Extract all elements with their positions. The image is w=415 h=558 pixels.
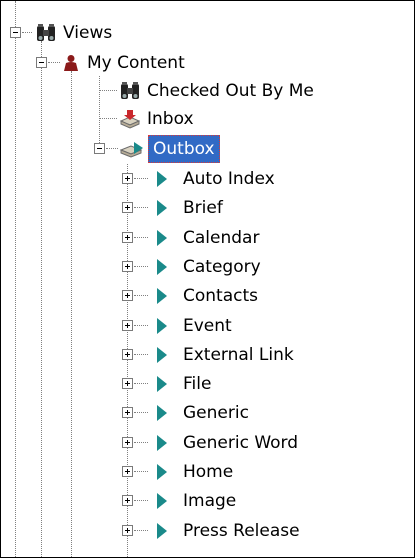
collapse-toggle[interactable] — [94, 143, 105, 154]
arrow-right-icon — [157, 376, 167, 392]
tree-branch-line — [134, 471, 148, 472]
tree-branch-line — [134, 295, 148, 296]
tree-node-my-content[interactable]: My Content — [1, 48, 414, 78]
tree-node-item[interactable]: Generic — [1, 398, 414, 428]
arrow-right-icon — [157, 288, 167, 304]
arrow-right-icon — [157, 200, 167, 216]
tree-node-label: Contacts — [183, 286, 258, 306]
tree-node-item[interactable]: Press Release — [1, 516, 414, 546]
arrow-right-icon — [157, 435, 167, 451]
user-icon — [64, 55, 78, 71]
expand-toggle[interactable] — [122, 495, 133, 506]
tree-branch-line — [134, 530, 148, 531]
arrow-right-icon — [157, 464, 167, 480]
tree-branch-line — [48, 62, 60, 63]
tree-node-item[interactable]: Event — [1, 311, 414, 341]
tree-branch-line — [134, 442, 148, 443]
tree-node-item[interactable]: External Link — [1, 340, 414, 370]
tree-node-item[interactable]: Brief — [1, 193, 414, 223]
tree-node-label: Press Release — [183, 521, 300, 541]
collapse-toggle[interactable] — [36, 57, 47, 68]
expand-toggle[interactable] — [122, 378, 133, 389]
tree-node-label: My Content — [87, 53, 185, 73]
arrow-right-icon — [157, 405, 167, 421]
tree-branch-line — [134, 383, 148, 384]
expand-toggle[interactable] — [122, 232, 133, 243]
expand-toggle[interactable] — [122, 349, 133, 360]
tree-node-label: Category — [183, 257, 261, 277]
expand-toggle[interactable] — [122, 320, 133, 331]
arrow-right-icon — [157, 318, 167, 334]
tree-node-label: External Link — [183, 345, 294, 365]
tree-node-label: Brief — [183, 198, 223, 218]
tree-branch-line — [134, 237, 148, 238]
expand-toggle[interactable] — [122, 437, 133, 448]
tree-node-label: File — [183, 374, 212, 394]
tree-branch-line — [134, 412, 148, 413]
expand-toggle[interactable] — [122, 202, 133, 213]
tree-node-item[interactable]: Contacts — [1, 281, 414, 311]
arrow-right-icon — [157, 171, 167, 187]
expand-toggle[interactable] — [122, 466, 133, 477]
tree-node-label: Home — [183, 462, 234, 482]
outbox-icon — [119, 142, 143, 158]
tree-node-label: Generic Word — [183, 433, 299, 453]
expand-toggle[interactable] — [122, 407, 133, 418]
arrow-right-icon — [157, 493, 167, 509]
collapse-toggle[interactable] — [10, 27, 21, 38]
inbox-icon — [119, 110, 141, 129]
tree-view[interactable]: Views My Content Checked Out By Me Inbox… — [0, 0, 415, 558]
tree-node-inbox[interactable]: Inbox — [1, 104, 414, 134]
tree-branch-line — [22, 32, 32, 33]
tree-node-views[interactable]: Views — [1, 18, 414, 48]
tree-node-label: Image — [183, 491, 237, 511]
tree-branch-line — [134, 178, 148, 179]
binoculars-icon — [37, 24, 55, 41]
tree-branch-line — [134, 207, 148, 208]
arrow-right-icon — [157, 347, 167, 363]
expand-toggle[interactable] — [122, 525, 133, 536]
expand-toggle[interactable] — [122, 261, 133, 272]
tree-node-label: Generic — [183, 403, 249, 423]
tree-node-checked-out[interactable]: Checked Out By Me — [1, 76, 414, 106]
arrow-right-icon — [157, 523, 167, 539]
tree-node-item[interactable]: Image — [1, 486, 414, 516]
arrow-right-icon — [157, 230, 167, 246]
tree-branch-line — [99, 90, 117, 91]
tree-branch-line — [134, 354, 148, 355]
tree-branch-line — [134, 500, 148, 501]
tree-node-label: Views — [63, 23, 113, 43]
tree-branch-line — [99, 118, 117, 119]
tree-branch-line — [134, 266, 148, 267]
tree-node-label: Auto Index — [183, 169, 275, 189]
tree-node-label: Checked Out By Me — [147, 81, 314, 101]
expand-toggle[interactable] — [122, 173, 133, 184]
arrow-right-icon — [157, 259, 167, 275]
tree-node-item[interactable]: Home — [1, 457, 414, 487]
binoculars-icon — [121, 82, 139, 99]
tree-node-label: Calendar — [183, 228, 260, 248]
tree-node-item[interactable]: Calendar — [1, 223, 414, 253]
tree-node-label: Event — [183, 316, 232, 336]
tree-node-item[interactable]: Generic Word — [1, 428, 414, 458]
tree-node-item[interactable]: Category — [1, 252, 414, 282]
tree-node-label: Inbox — [147, 109, 194, 129]
tree-branch-line — [134, 325, 148, 326]
tree-branch-line — [106, 148, 118, 149]
expand-toggle[interactable] — [122, 290, 133, 301]
tree-node-item[interactable]: File — [1, 369, 414, 399]
tree-node-outbox[interactable]: Outbox — [1, 134, 414, 164]
tree-node-label-selected: Outbox — [148, 135, 220, 163]
tree-node-item[interactable]: Auto Index — [1, 164, 414, 194]
